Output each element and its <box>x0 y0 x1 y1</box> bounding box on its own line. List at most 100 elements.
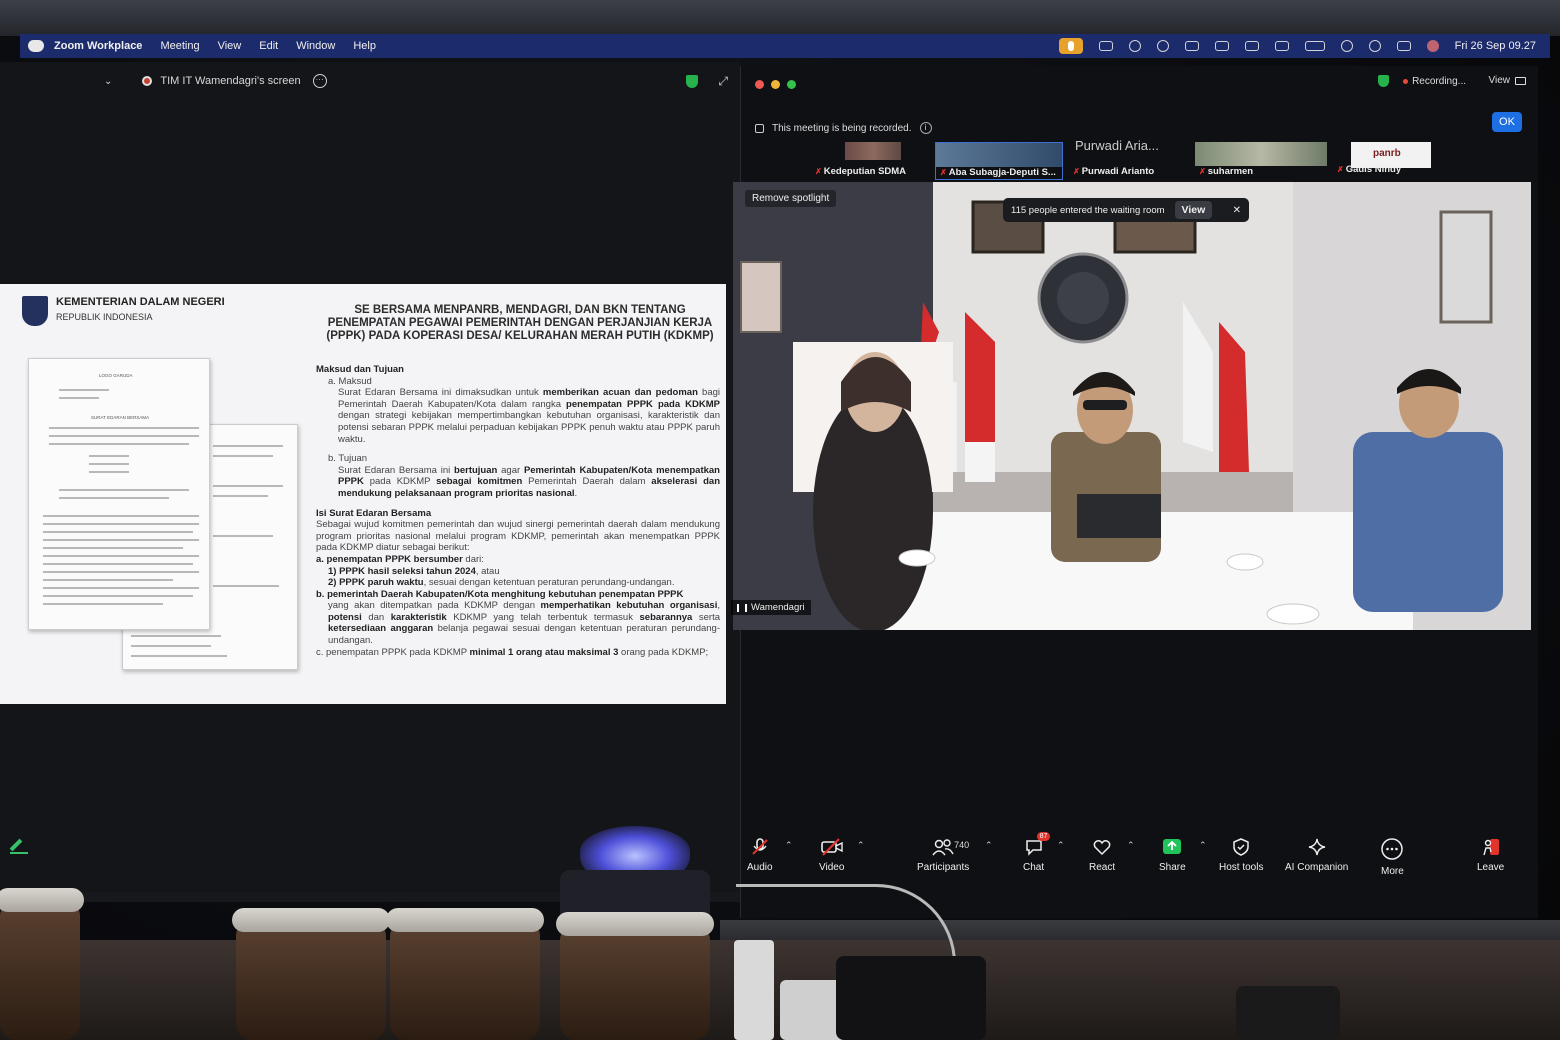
view-label: View <box>1488 75 1511 86</box>
share-button[interactable]: Share ⌃ <box>1159 838 1207 873</box>
video-off-icon <box>820 838 843 856</box>
chevron-up-icon[interactable]: ⌃ <box>1199 840 1207 851</box>
zoom-status-icon[interactable] <box>1098 41 1113 51</box>
audio-button[interactable]: Audio ⌃ <box>747 838 793 873</box>
participant-name: Purwadi Arianto <box>1073 166 1155 177</box>
chevron-up-icon[interactable]: ⌃ <box>1127 840 1135 851</box>
jar <box>232 908 390 1040</box>
recording-indicator[interactable]: Recording... <box>1378 75 1466 87</box>
speaker-name: Wamendagri <box>751 602 805 613</box>
participant-thumb <box>1195 142 1327 166</box>
point-a: a. penempatan PPPK bersumber dari: <box>316 553 484 565</box>
vpn-shield-icon[interactable] <box>1214 41 1229 51</box>
menu-window[interactable]: Window <box>296 40 335 52</box>
close-icon[interactable]: ✕ <box>1233 205 1241 216</box>
paper-logo-text: LOGO GARUDA <box>99 373 133 378</box>
annotate-pencil-icon[interactable] <box>10 836 28 854</box>
jar <box>0 888 84 1040</box>
expand-icon[interactable]: ⤢ <box>718 74 728 89</box>
participant-tile[interactable]: panrb Gadis Nindy <box>1333 142 1431 180</box>
participant-big-name: Purwadi Aria... <box>1075 138 1159 153</box>
menu-help[interactable]: Help <box>353 40 376 52</box>
menubar-clock[interactable]: Fri 26 Sep 09.27 <box>1455 40 1536 52</box>
video-label: Video <box>819 862 845 873</box>
control-center-icon[interactable] <box>1396 41 1411 51</box>
screen-mirror-icon[interactable] <box>1274 41 1289 51</box>
chevron-up-icon[interactable]: ⌃ <box>857 840 865 851</box>
participant-tile[interactable]: suharmen <box>1195 142 1327 180</box>
ministry-logo <box>22 296 48 326</box>
phone-on-desk <box>836 956 986 1040</box>
react-button[interactable]: React ⌃ <box>1089 838 1135 873</box>
recorded-notice: This meeting is being recorded. i <box>755 122 932 134</box>
chevron-up-icon[interactable]: ⌃ <box>985 840 993 851</box>
participant-tile[interactable]: Aba Subagja-Deputi S... <box>935 142 1063 180</box>
menu-meeting[interactable]: Meeting <box>160 40 199 52</box>
ok-button[interactable]: OK <box>1492 112 1522 132</box>
recording-label: Recording... <box>1412 75 1466 87</box>
participants-count: 740 <box>954 840 970 850</box>
minimize-window-icon[interactable] <box>771 80 780 89</box>
leave-button[interactable]: Leave <box>1477 838 1504 873</box>
chat-icon: 87 <box>1025 832 1051 856</box>
chat-button[interactable]: 87 Chat ⌃ <box>1023 832 1065 873</box>
menu-app[interactable]: Zoom Workplace <box>54 40 142 52</box>
video-frame <box>733 182 1531 630</box>
participant-tile[interactable]: Purwadi Aria... Purwadi Arianto <box>1069 138 1189 180</box>
view-button[interactable]: View <box>1488 75 1526 86</box>
audio-label: Audio <box>747 862 773 873</box>
shared-document-slide: KEMENTERIAN DALAM NEGERI REPUBLIK INDONE… <box>0 284 726 704</box>
mac-menubar: Zoom Workplace Meeting View Edit Window … <box>20 34 1550 58</box>
ai-companion-button[interactable]: AI Companion <box>1285 838 1348 873</box>
chevron-up-icon[interactable]: ⌃ <box>1057 840 1065 851</box>
more-button[interactable]: More <box>1381 838 1404 877</box>
bluetooth-icon[interactable] <box>1156 40 1169 52</box>
item-a-label: a. Maksud <box>328 375 372 387</box>
encryption-shield-icon[interactable] <box>686 74 699 88</box>
siri-icon[interactable] <box>1426 40 1439 52</box>
item-b-text: Surat Edaran Bersama ini bertujuan agar … <box>338 464 720 499</box>
record-notice-icon <box>755 123 764 133</box>
encryption-shield-icon[interactable] <box>1378 75 1390 87</box>
waiting-room-text: 115 people entered the waiting room <box>1011 204 1165 216</box>
video-button[interactable]: Video ⌃ <box>819 838 865 873</box>
mic-status-icon[interactable] <box>1058 38 1083 54</box>
point-a-2: 2) PPPK paruh waktu, sesuai dengan keten… <box>328 577 675 589</box>
heart-icon <box>1093 838 1111 856</box>
document-title-line-3: (PPPK) PADA KOPERASI DESA/ KELURAHAN MER… <box>326 330 714 342</box>
waiting-room-notice: 115 people entered the waiting room View… <box>1003 198 1249 222</box>
close-window-icon[interactable] <box>755 80 764 89</box>
monitor-top-bezel <box>0 0 1560 36</box>
info-icon[interactable]: i <box>919 122 932 134</box>
wifi-icon[interactable] <box>1340 40 1353 52</box>
participants-button[interactable]: 740 Participants ⌃ <box>917 838 993 873</box>
volume-icon[interactable] <box>1244 41 1259 51</box>
apple-icon[interactable] <box>28 40 44 52</box>
signal-icon <box>737 603 747 612</box>
item-a-text: Surat Edaran Bersama ini dimaksudkan unt… <box>338 387 720 445</box>
more-options-icon[interactable]: ··· <box>312 74 327 88</box>
point-a-1: 1) PPPK hasil seleksi tahun 2024, atau <box>328 565 500 577</box>
lamp-light <box>580 826 690 876</box>
screen-share-icon[interactable] <box>1184 41 1199 51</box>
participant-tile[interactable]: Kedeputian SDMA <box>811 142 906 180</box>
sparkle-icon <box>1308 838 1326 856</box>
more-label: More <box>1381 866 1404 877</box>
participants-icon: 740 <box>932 838 969 856</box>
photo-stage: Zoom Workplace Meeting View Edit Window … <box>0 0 1560 1040</box>
airplay-icon[interactable] <box>1128 40 1141 52</box>
spotlight-search-icon[interactable] <box>1368 40 1381 52</box>
point-b-text: yang akan ditempatkan pada KDKMP dengan … <box>328 600 721 647</box>
menu-edit[interactable]: Edit <box>259 40 278 52</box>
menu-view[interactable]: View <box>218 40 242 52</box>
chat-label: Chat <box>1023 862 1045 873</box>
chevron-down-icon[interactable]: ⌄ <box>104 76 112 87</box>
zoom-window-icon[interactable] <box>787 80 796 89</box>
panrb-logo: panrb <box>1373 148 1401 159</box>
chevron-up-icon[interactable]: ⌃ <box>785 840 793 851</box>
battery-icon[interactable] <box>1304 41 1325 51</box>
waiting-view-button[interactable]: View <box>1174 201 1213 219</box>
remove-spotlight-button[interactable]: Remove spotlight <box>745 190 837 207</box>
host-tools-button[interactable]: Host tools <box>1219 838 1263 873</box>
jar <box>386 908 544 1040</box>
